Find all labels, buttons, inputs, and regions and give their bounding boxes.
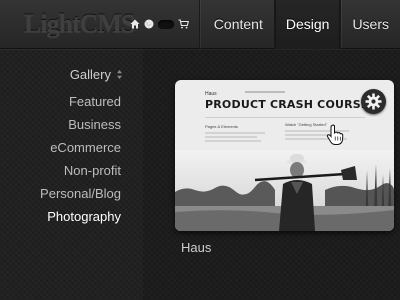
preview-text-line [205,136,257,138]
gallery-category-select[interactable]: Gallery [70,67,122,82]
category-ecommerce[interactable]: eCommerce [40,139,121,162]
toggle-pill-icon[interactable] [158,19,174,29]
category-list: Featured Business eCommerce Non-profit P… [40,93,121,231]
preview-subheading-right: Watch "Getting Started" [285,122,328,127]
category-non-profit[interactable]: Non-profit [40,162,121,185]
top-bar: LightCMS Content Design Users [0,0,400,49]
category-photography[interactable]: Photography [40,208,121,231]
category-personal-blog[interactable]: Personal/Blog [40,185,121,208]
preview-divider [205,117,365,118]
category-business[interactable]: Business [40,116,121,139]
hand-cursor-icon [326,124,344,145]
nav-tab-content[interactable]: Content [200,0,274,49]
cart-icon[interactable] [178,19,189,29]
preview-text-line [205,132,265,134]
preview-nav-bar [245,91,285,93]
sort-updown-icon [117,70,122,79]
theme-settings-button[interactable] [361,89,386,114]
nav-tab-users[interactable]: Users [341,0,400,49]
quick-icons [130,16,193,32]
nav-tab-design[interactable]: Design [274,0,341,49]
preview-subheading-left: Pages & Elements [205,124,238,129]
gallery-sidebar: Gallery Featured Business eCommerce Non-… [0,49,138,300]
app-logo[interactable]: LightCMS [24,9,135,39]
globe-icon[interactable] [144,19,154,29]
theme-name-label[interactable]: Haus [181,240,211,255]
preview-photo [175,150,394,231]
preview-headline: PRODUCT CRASH COURSE... [205,98,382,111]
gallery-heading-label: Gallery [69,67,111,82]
category-featured[interactable]: Featured [40,93,121,116]
gear-icon [365,93,382,110]
preview-brand: Haus [205,91,217,97]
preview-text-line [205,140,261,142]
home-icon[interactable] [130,19,140,29]
main-nav: Content Design Users [198,0,400,49]
